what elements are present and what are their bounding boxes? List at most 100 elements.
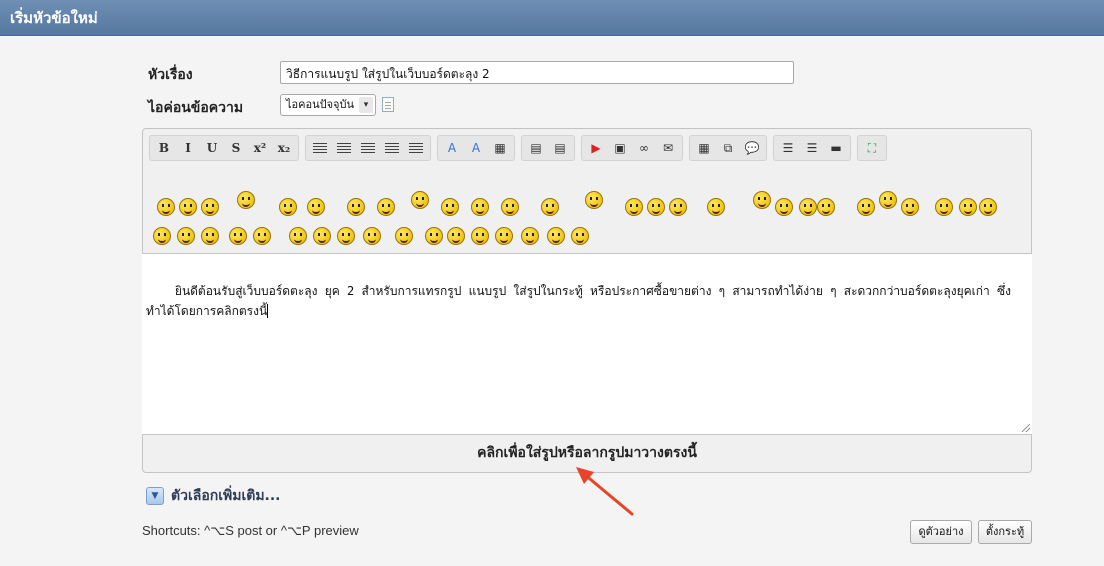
smiley-icon[interactable] xyxy=(237,191,255,209)
text-cursor xyxy=(267,304,269,318)
message-text: ยินดีต้อนรับสู่เว็บบอร์ดตะลุง ยุค 2 สำหร… xyxy=(146,284,1011,318)
smiley-icon[interactable] xyxy=(471,198,489,216)
smiley-icon[interactable] xyxy=(441,198,459,216)
toolbar-group: B I U Sx² x₂ xyxy=(149,135,299,161)
chevron-down-icon: ▾ xyxy=(359,97,373,113)
smiley-icon[interactable] xyxy=(153,227,171,245)
smiley-icon[interactable] xyxy=(347,198,365,216)
align-lines-icon xyxy=(361,143,375,153)
insert-image-button[interactable]: ▣ xyxy=(608,137,632,159)
insert-quote-button[interactable]: 💬 xyxy=(740,137,764,159)
smiley-icon[interactable] xyxy=(179,198,197,216)
align-lines-icon xyxy=(385,143,399,153)
smiley-icon[interactable] xyxy=(541,198,559,216)
subject-input[interactable]: วิธีการแนบรูป ใส่รูปในเว็บบอร์ดตะลุง 2 xyxy=(280,61,794,84)
smiley-icon[interactable] xyxy=(313,227,331,245)
smiley-icon[interactable] xyxy=(647,198,665,216)
insert-table-button[interactable]: ▦ xyxy=(692,137,716,159)
smiley-icon[interactable] xyxy=(817,198,835,216)
font-color-button[interactable]: A xyxy=(440,137,464,159)
remove-format-button[interactable]: A xyxy=(464,137,488,159)
subject-label: หัวเรื่อง xyxy=(148,67,193,83)
smiley-icon[interactable] xyxy=(959,198,977,216)
smiley-icon[interactable] xyxy=(425,227,443,245)
more-options-toggle[interactable]: ▼ xyxy=(146,487,164,505)
keyboard-shortcuts-hint: Shortcuts: ^⌥S post or ^⌥P preview xyxy=(142,523,359,538)
align-left-button[interactable] xyxy=(308,137,332,159)
smiley-icon[interactable] xyxy=(289,227,307,245)
smiley-icon[interactable] xyxy=(669,198,687,216)
color-grid-button[interactable]: ▦ xyxy=(488,137,512,159)
underline-button[interactable]: U xyxy=(200,137,224,159)
smiley-icon[interactable] xyxy=(495,227,513,245)
smiley-icon[interactable] xyxy=(799,198,817,216)
message-icon-select-value: ไอคอนปัจจุบัน xyxy=(286,98,354,111)
align-justify-button[interactable] xyxy=(380,137,404,159)
toolbar-group: ▤ ▤ xyxy=(521,135,575,161)
strikethrough-button[interactable]: S xyxy=(224,137,248,159)
smiley-icon[interactable] xyxy=(253,227,271,245)
smiley-icon[interactable] xyxy=(571,227,589,245)
bullet-list-button[interactable]: ☰ xyxy=(776,137,800,159)
align-right-button[interactable] xyxy=(356,137,380,159)
smiley-icon[interactable] xyxy=(585,191,603,209)
insert-link-button[interactable]: ∞ xyxy=(632,137,656,159)
smiley-icon[interactable] xyxy=(501,198,519,216)
editor-toolbar: B I U Sx² x₂ A A ▦ ▤ ▤ ▶ ▣ ∞ ✉ ▦ ⧉ 💬 ☰ ☰ ▬ ⛶ xyxy=(149,135,887,161)
outdent-button[interactable]: ▤ xyxy=(524,137,548,159)
smiley-icon[interactable] xyxy=(201,227,219,245)
toolbar-group: ☰ ☰ ▬ xyxy=(773,135,851,161)
align-center-button[interactable] xyxy=(332,137,356,159)
smiley-icon[interactable] xyxy=(177,227,195,245)
subscript-button[interactable]: x₂ xyxy=(272,137,296,159)
indent-button[interactable]: ▤ xyxy=(548,137,572,159)
superscript-button[interactable]: x² xyxy=(248,137,272,159)
message-textarea[interactable]: ยินดีต้อนรับสู่เว็บบอร์ดตะลุง ยุค 2 สำหร… xyxy=(142,253,1032,435)
smiley-icon[interactable] xyxy=(935,198,953,216)
smiley-icon[interactable] xyxy=(411,191,429,209)
message-icon-label: ไอค่อนข้อความ xyxy=(148,100,244,116)
toolbar-group: A A ▦ xyxy=(437,135,515,161)
smiley-icon[interactable] xyxy=(521,227,539,245)
smiley-icon[interactable] xyxy=(201,198,219,216)
smiley-icon[interactable] xyxy=(707,198,725,216)
smiley-icon[interactable] xyxy=(471,227,489,245)
resize-handle[interactable] xyxy=(1022,424,1030,432)
youtube-button[interactable]: ▶ xyxy=(584,137,608,159)
align-lines-icon xyxy=(313,143,327,153)
smiley-icon[interactable] xyxy=(901,198,919,216)
message-icon-select[interactable]: ไอคอนปัจจุบัน ▾ xyxy=(280,94,376,116)
smiley-icon[interactable] xyxy=(625,198,643,216)
more-options-label[interactable]: ตัวเลือกเพิ่มเติม... xyxy=(171,485,281,507)
smiley-icon[interactable] xyxy=(447,227,465,245)
smiley-icon[interactable] xyxy=(307,198,325,216)
smiley-icon[interactable] xyxy=(979,198,997,216)
page-title: เริ่มหัวข้อใหม่ xyxy=(0,0,1104,36)
smiley-icon[interactable] xyxy=(279,198,297,216)
preview-button[interactable]: ดูตัวอย่าง xyxy=(910,520,972,544)
post-thread-button[interactable]: ตั้งกระทู้ xyxy=(978,520,1032,544)
document-icon xyxy=(382,97,394,112)
insert-email-button[interactable]: ✉ xyxy=(656,137,680,159)
align-full-button[interactable] xyxy=(404,137,428,159)
smilies-panel xyxy=(149,181,1009,253)
horizontal-rule-button[interactable]: ▬ xyxy=(824,137,848,159)
smiley-icon[interactable] xyxy=(363,227,381,245)
insert-media-button[interactable]: ⧉ xyxy=(716,137,740,159)
smiley-icon[interactable] xyxy=(775,198,793,216)
message-editor: B I U Sx² x₂ A A ▦ ▤ ▤ ▶ ▣ ∞ ✉ ▦ ⧉ 💬 ☰ ☰ ▬ ⛶ ยินดีต้อนรับสู่… xyxy=(142,128,1032,473)
smiley-icon[interactable] xyxy=(395,227,413,245)
smiley-icon[interactable] xyxy=(337,227,355,245)
source-mode-button[interactable]: ⛶ xyxy=(860,137,884,159)
toolbar-group: ▦ ⧉ 💬 xyxy=(689,135,767,161)
smiley-icon[interactable] xyxy=(753,191,771,209)
smiley-icon[interactable] xyxy=(879,191,897,209)
smiley-icon[interactable] xyxy=(857,198,875,216)
smiley-icon[interactable] xyxy=(157,198,175,216)
smiley-icon[interactable] xyxy=(229,227,247,245)
italic-button[interactable]: I xyxy=(176,137,200,159)
smiley-icon[interactable] xyxy=(547,227,565,245)
smiley-icon[interactable] xyxy=(377,198,395,216)
bold-button[interactable]: B xyxy=(152,137,176,159)
numbered-list-button[interactable]: ☰ xyxy=(800,137,824,159)
